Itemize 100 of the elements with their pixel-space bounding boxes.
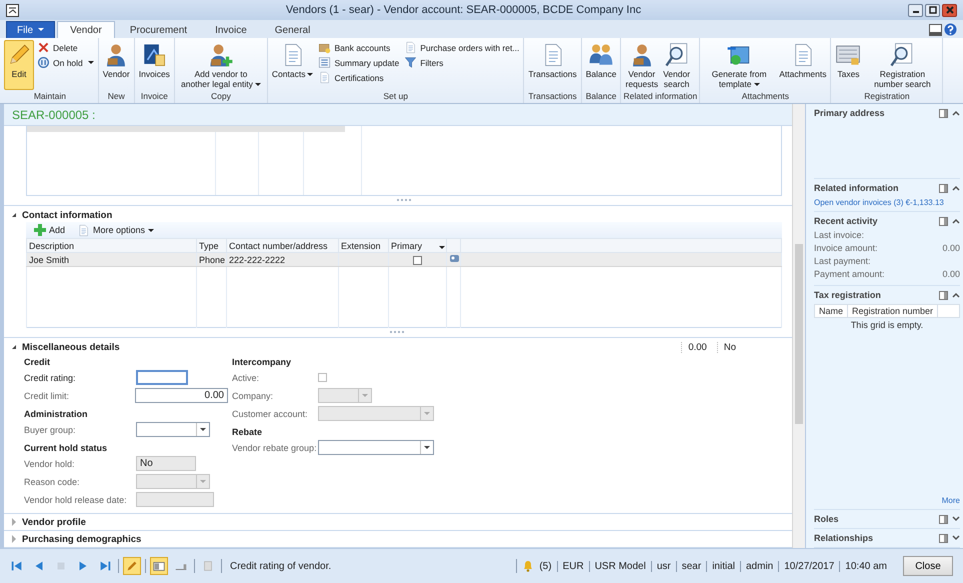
status-field: 10/27/2017 [778,560,834,572]
ribbon-button[interactable]: Certifications [316,70,402,85]
status-field: admin [740,560,774,572]
clipboard-icon [201,559,215,573]
dropdown-field[interactable] [136,422,210,437]
form-view-icon [152,559,166,573]
column-header[interactable]: Type [196,238,226,252]
minimize-button[interactable] [908,4,923,16]
input-field[interactable] [136,370,188,385]
section-title[interactable]: Miscellaneous details [22,342,120,352]
ribbon-button[interactable]: Balance [584,40,618,81]
summary-value: No [716,342,742,352]
ribbon-button[interactable]: Purchase orders with ret... [402,40,522,55]
toolbar-button[interactable]: Add [32,224,68,236]
pin-icon[interactable] [939,290,948,300]
ribbon-button[interactable]: Bank accounts [316,40,402,55]
status-field: initial [706,560,735,572]
factbox-title[interactable]: Primary address [814,108,935,118]
ribbon-button[interactable]: Delete [35,40,96,55]
summary-value: 0.00 [681,342,713,352]
section-title[interactable]: Vendor profile [22,516,86,528]
ribbon-button[interactable]: Vendor [100,40,132,81]
scrollbar[interactable] [792,104,805,548]
pin-icon[interactable] [939,216,948,226]
ribbon-button[interactable]: Registration number search [864,40,940,91]
dropdown-field[interactable] [318,440,434,455]
chevron-up-icon[interactable] [952,292,960,298]
ribbon-button[interactable]: Generate from template [702,40,776,91]
contact-card-icon[interactable] [449,253,460,264]
column-header[interactable]: Registration number [848,305,938,317]
checkbox[interactable] [413,256,422,265]
group-label: Related information [623,91,698,103]
factbox-title[interactable]: Roles [814,514,935,524]
chevron-down-icon[interactable] [952,516,960,522]
factbox-title[interactable]: Recent activity [814,216,935,226]
help-icon[interactable] [944,23,957,36]
field-label: Vendor hold release date: [24,494,128,504]
toolbar-button[interactable] [150,557,168,575]
ribbon-button[interactable]: Vendor requests [623,40,660,91]
restore-button[interactable] [925,4,940,16]
column-header[interactable]: Contact number/address [226,238,338,252]
field-value: 0.00 [942,269,960,281]
section-heading: Credit [24,357,52,367]
toolbar-button[interactable] [123,557,141,575]
section-title[interactable]: Purchasing demographics [22,534,142,544]
ribbon-button[interactable]: Vendor search [661,40,692,91]
factbox-title[interactable]: Tax registration [814,290,935,300]
bell-icon[interactable] [522,560,534,572]
chevron-up-icon[interactable] [952,185,960,191]
person-with-plus-icon [208,42,234,68]
column-header[interactable]: Extension [338,238,388,252]
chevron-up-icon[interactable] [952,218,960,224]
field-label: Credit rating: [24,372,77,382]
column-header[interactable]: Primary [388,238,446,252]
ribbon-tab[interactable]: Procurement [116,21,200,38]
ribbon-tab[interactable]: Invoice [202,21,260,38]
chevron-up-icon[interactable] [952,110,960,116]
ribbon-button[interactable]: Attachments [777,40,828,81]
field-label: Last invoice: [814,230,864,242]
pin-icon[interactable] [939,184,948,192]
column-header[interactable]: Name [815,305,848,317]
ribbon-button[interactable]: Add vendor to another legal entity [176,40,265,91]
group-label: Transactions [527,91,578,103]
ribbon-button[interactable]: Invoices [136,40,172,81]
factbox-title[interactable]: Related information [814,183,935,193]
ribbon-button[interactable]: Filters [402,55,522,70]
ribbon-button[interactable]: Edit [4,40,34,90]
file-menu-button[interactable]: File [6,21,56,38]
ribbon-tab[interactable]: Vendor [57,21,115,38]
status-field: usr [650,560,671,572]
document-icon [404,41,418,54]
chevron-down-icon[interactable] [952,535,960,541]
magnifier-icon [664,42,690,68]
close-form-button[interactable]: Close [903,556,953,576]
input-field[interactable]: 0.00 [134,388,228,403]
column-header[interactable]: Description [26,238,196,252]
pin-icon[interactable] [939,514,948,524]
ribbon-button[interactable]: Contacts [270,40,316,81]
section-heading: Rebate [232,427,264,437]
pin-icon[interactable] [939,534,948,542]
document-icon [318,71,332,84]
field-label: Credit limit: [24,390,70,400]
ribbon-button[interactable]: Summary update [316,55,402,70]
last-record-icon [98,559,112,573]
ribbon-button[interactable]: On hold [35,55,96,70]
alert-count[interactable]: (5) [539,560,552,572]
group-label: Invoice [140,91,169,103]
factbox-title[interactable]: Relationships [814,533,935,543]
status-field: USR Model [588,560,646,572]
pin-icon[interactable] [939,108,948,118]
card-icon [318,41,332,54]
section-title[interactable]: Contact information [22,210,112,220]
link[interactable]: Open vendor invoices (3) €-1,133.13 [814,197,944,211]
ribbon-button[interactable]: Taxes [833,40,864,81]
more-link[interactable]: More [942,494,960,509]
window-panel-icon[interactable] [929,24,942,36]
ribbon-tab[interactable]: General [262,21,324,38]
ribbon-button[interactable]: Transactions [526,40,579,81]
close-button[interactable] [942,4,957,16]
toolbar-button[interactable]: More options [75,224,156,236]
